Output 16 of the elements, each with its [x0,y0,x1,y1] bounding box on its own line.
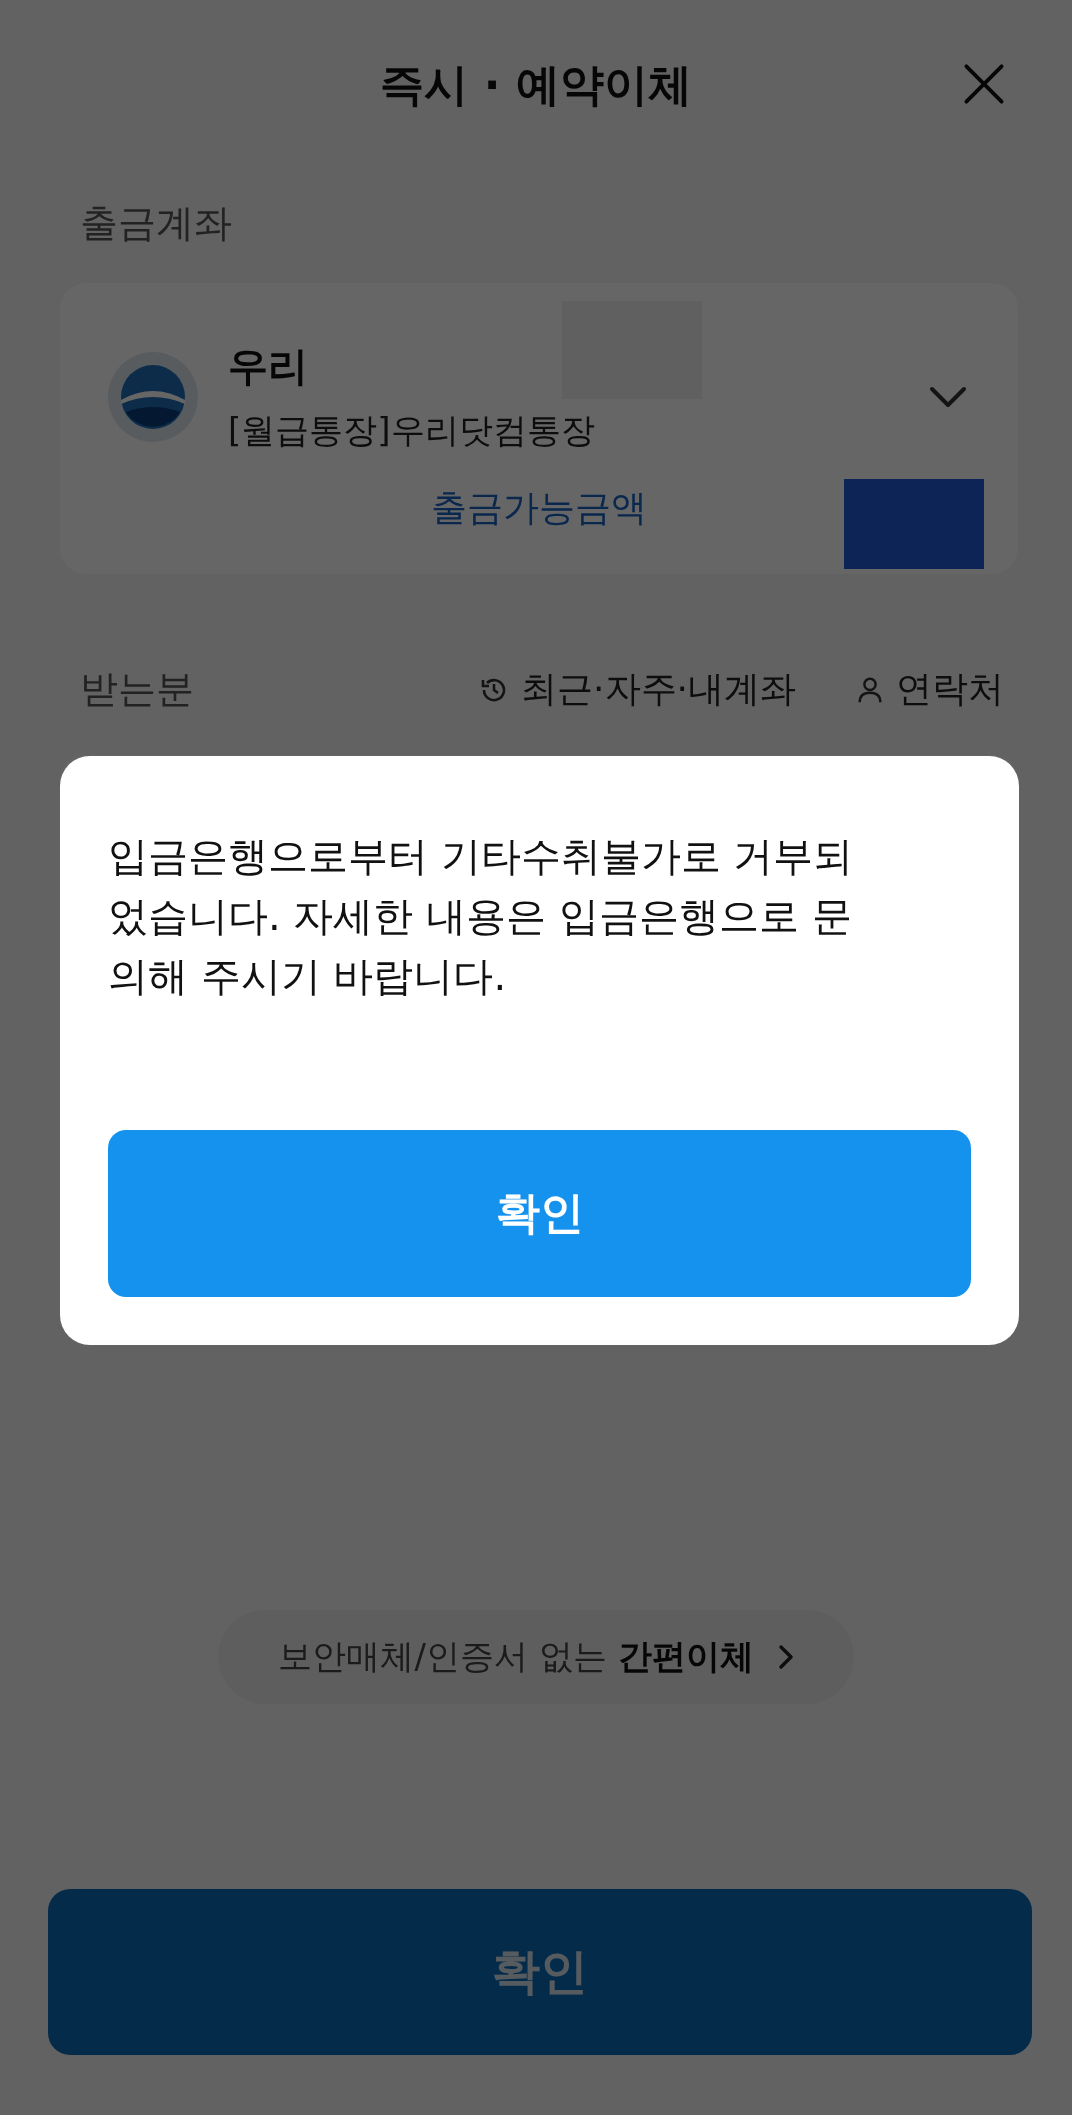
bank-logo-icon [108,351,198,442]
screen-title: 즉시 · 예약이체 [380,57,692,112]
section-label: 받는분 [80,666,194,713]
chevron-down-icon[interactable] [928,384,968,409]
recipient-link[interactable]: 최근·자주·내계좌 [521,665,796,714]
close-icon[interactable] [962,62,1006,106]
bank-name: 우리 [228,342,308,391]
ok-button[interactable]: 확인 [108,1130,971,1297]
account-name: [월급통장]우리닷컴통장 [228,409,595,452]
person-icon[interactable] [856,675,884,704]
alert-message: 입금은행으로부터 기타수취불가로 거부되었습니다. 자세한 내용은 입금은행으로 문의해 주시기 바랍니다. [108,832,855,1001]
simple-transfer-link[interactable]: 보안매체/인증서 없는 간편이체 [218,1610,854,1704]
recipient-link[interactable]: 연락처 [896,665,1004,714]
available-amount-label: 출금가능금액 [431,486,647,530]
section-label: 출금계좌 [79,200,233,247]
chevron-right-icon [777,1644,794,1670]
